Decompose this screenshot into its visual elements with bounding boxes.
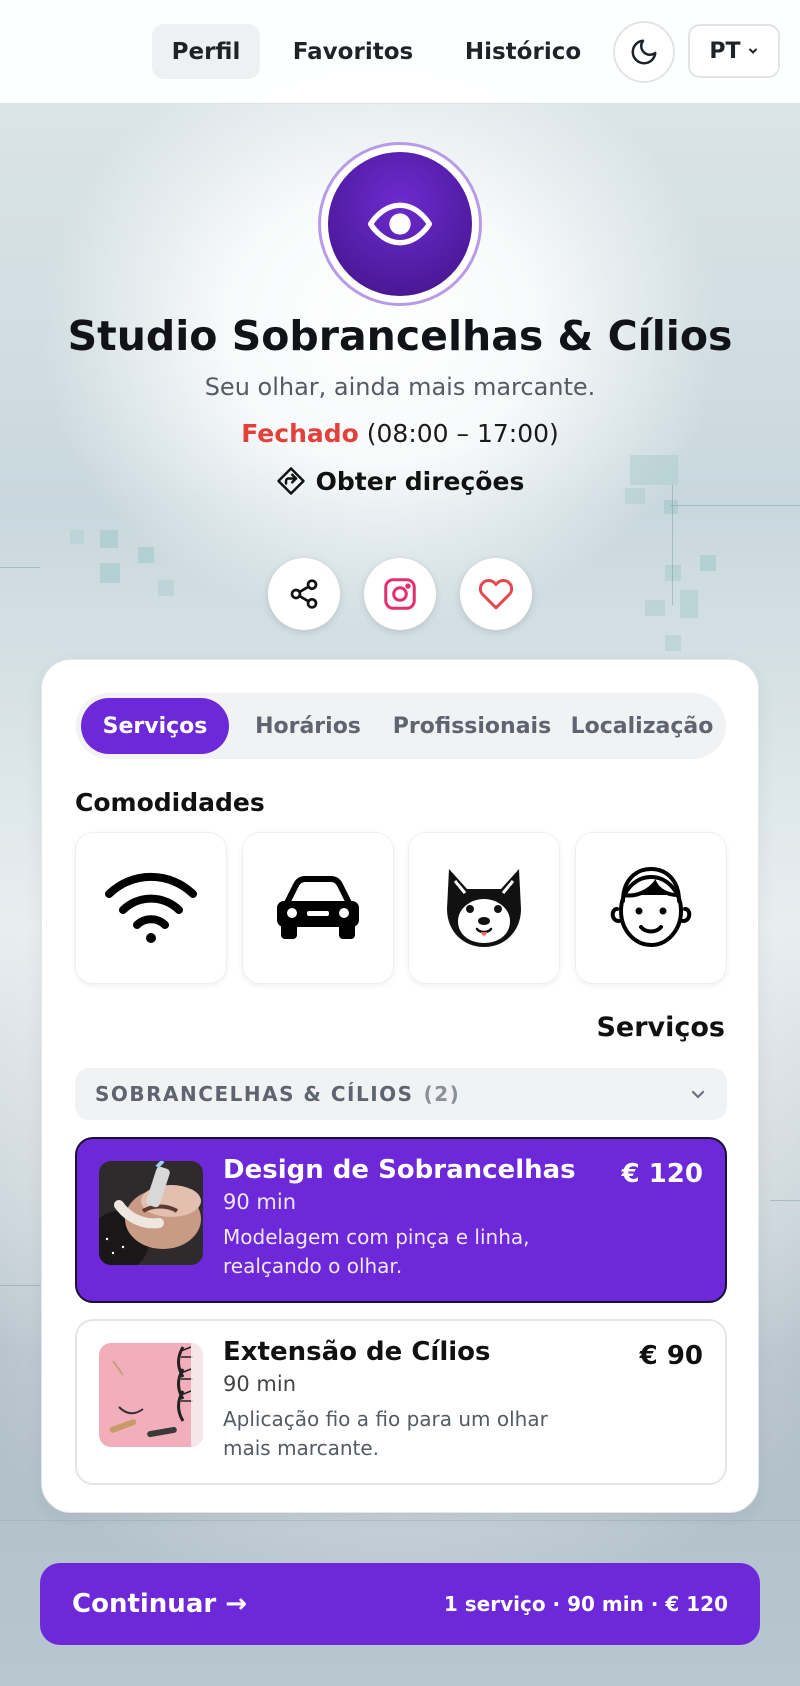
category-count: (2): [423, 1082, 461, 1106]
chevron-down-icon: [748, 48, 757, 54]
service-image-lashes: [99, 1343, 203, 1447]
services-heading: Serviços: [596, 1012, 725, 1043]
language-label: PT: [709, 38, 741, 64]
opening-status: Fechado (08:00 – 17:00): [0, 419, 800, 448]
service-price: € 120: [621, 1159, 703, 1189]
service-name: Extensão de Cílios: [223, 1337, 491, 1367]
amenity-pets: [408, 832, 560, 984]
service-image-brows: [99, 1161, 203, 1265]
heart-icon: [478, 578, 514, 610]
share-icon: [290, 579, 318, 609]
tab-localizacao[interactable]: Localização: [562, 698, 722, 754]
amenities-title: Comodidades: [75, 788, 265, 817]
service-description: Aplicação fio a fio para um olhar mais m…: [223, 1407, 548, 1460]
instagram-icon: [384, 578, 416, 610]
directions-label: Obter direções: [315, 466, 525, 496]
service-description: Modelagem com pinça e linha, realçando o…: [223, 1225, 530, 1278]
continue-button[interactable]: Continuar → 1 serviço · 90 min · € 120: [40, 1563, 760, 1645]
directions-icon: [276, 467, 305, 495]
instagram-button[interactable]: [364, 558, 436, 630]
theme-toggle-button[interactable]: [613, 21, 675, 83]
directions-link[interactable]: Obter direções: [0, 466, 800, 496]
service-duration: 90 min: [223, 1372, 296, 1396]
service-card-extensao-cilios[interactable]: Extensão de Cílios 90 min Aplicação fio …: [75, 1319, 727, 1485]
service-name: Design de Sobrancelhas: [223, 1155, 576, 1185]
business-logo: [318, 142, 482, 306]
service-price: € 90: [639, 1341, 703, 1371]
business-name: Studio Sobrancelhas & Cílios: [67, 312, 733, 360]
favorite-button[interactable]: [460, 558, 532, 630]
tab-bar: Serviços Horários Profissionais Localiza…: [76, 693, 726, 759]
wifi-icon: [105, 872, 197, 943]
nav-perfil[interactable]: Perfil: [152, 24, 260, 79]
amenity-wifi: [75, 832, 227, 984]
chevron-down-icon: [691, 1090, 705, 1099]
status-badge: Fechado: [241, 419, 359, 448]
car-icon: [277, 876, 359, 939]
amenity-parking: [242, 832, 394, 984]
booking-summary: 1 serviço · 90 min · € 120: [443, 1592, 728, 1616]
continue-label: Continuar →: [72, 1589, 248, 1619]
share-button[interactable]: [268, 558, 340, 630]
amenity-kids: [575, 832, 727, 984]
dog-icon: [447, 869, 521, 947]
service-duration: 90 min: [223, 1190, 296, 1214]
moon-icon: [631, 39, 657, 65]
content-card: Serviços Horários Profissionais Localiza…: [41, 659, 759, 1513]
eye-icon: [368, 202, 432, 246]
category-name: SOBRANCELHAS & CÍLIOS: [95, 1082, 414, 1106]
service-card-design-sobrancelhas[interactable]: Design de Sobrancelhas 90 min Modelagem …: [75, 1137, 727, 1303]
business-tagline: Seu olhar, ainda mais marcante.: [204, 373, 596, 401]
tab-horarios[interactable]: Horários: [234, 698, 382, 754]
tab-profissionais[interactable]: Profissionais: [388, 698, 556, 754]
opening-hours: (08:00 – 17:00): [366, 419, 559, 448]
nav-favoritos[interactable]: Favoritos: [278, 24, 428, 79]
top-navigation-bar: Perfil Favoritos Histórico PT: [0, 0, 800, 104]
child-icon: [610, 866, 692, 947]
language-selector[interactable]: PT: [688, 24, 780, 78]
tab-servicos[interactable]: Serviços: [81, 698, 229, 754]
service-category-header[interactable]: SOBRANCELHAS & CÍLIOS (2): [75, 1068, 727, 1120]
nav-historico[interactable]: Histórico: [448, 24, 598, 79]
